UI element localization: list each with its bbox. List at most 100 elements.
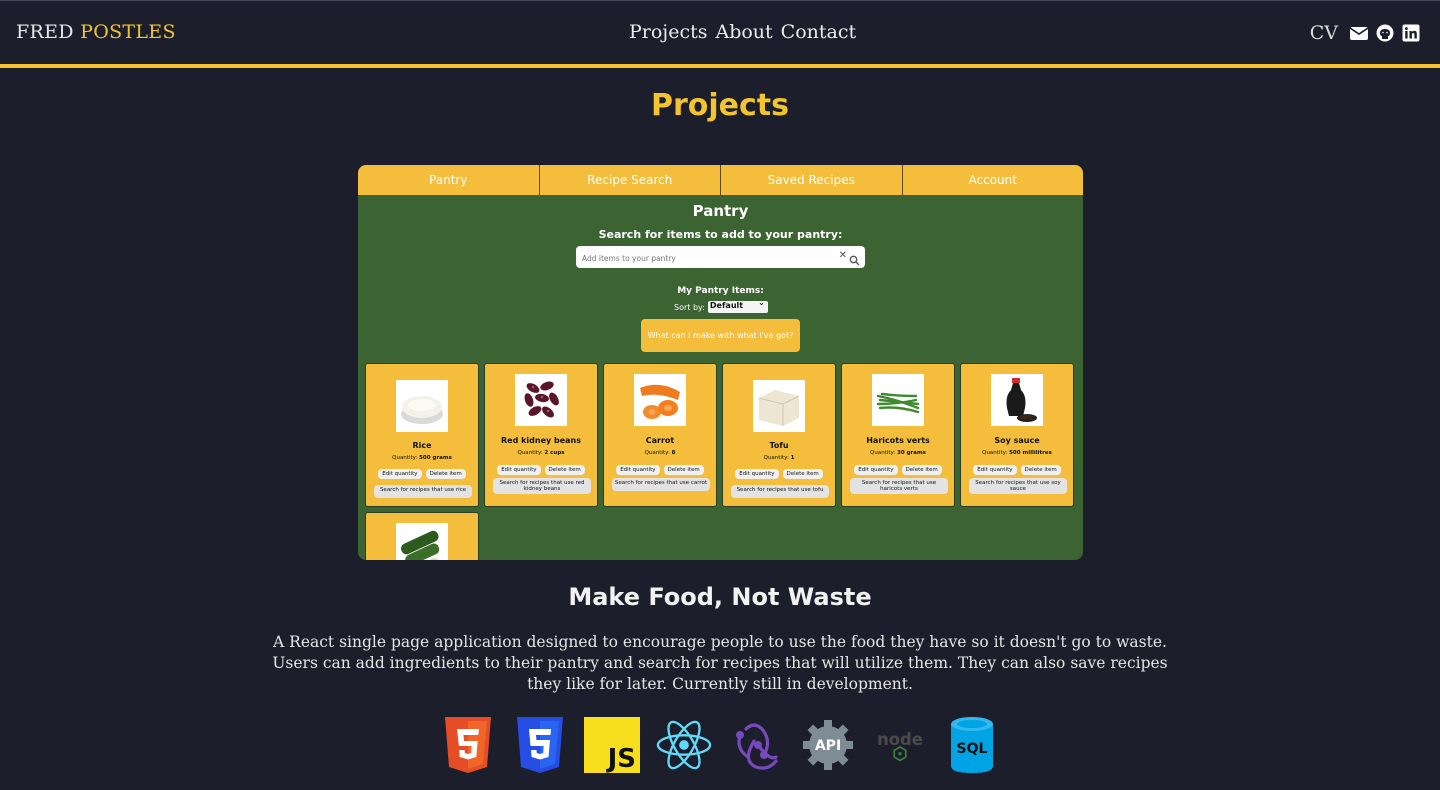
- edit-quantity-button[interactable]: Edit quantity: [497, 465, 541, 475]
- linkedin-icon[interactable]: [1402, 24, 1420, 42]
- rice-image: [396, 380, 448, 432]
- edit-quantity-button[interactable]: Edit quantity: [616, 465, 660, 475]
- item-actions: Edit quantity Delete item: [485, 465, 597, 475]
- api-label: API: [815, 738, 841, 754]
- soy-sauce-image: [991, 374, 1043, 426]
- envelope-icon[interactable]: [1349, 24, 1369, 42]
- quantity-value: 30 grams: [897, 450, 926, 456]
- tech-stack: JS API node SQL: [440, 716, 1000, 774]
- item-actions: Edit quantity Delete item: [366, 469, 478, 479]
- pantry-search-input[interactable]: [576, 247, 816, 270]
- item-name: Haricots verts: [866, 436, 930, 445]
- javascript-icon: JS: [584, 716, 640, 774]
- what-can-i-make-button[interactable]: What can I make with what I've got?: [641, 319, 800, 352]
- quantity-value: 2 cups: [544, 450, 565, 456]
- edit-quantity-button[interactable]: Edit quantity: [973, 465, 1017, 475]
- tab-account[interactable]: Account: [903, 165, 1084, 195]
- nav-link-about[interactable]: About: [715, 21, 772, 43]
- project-preview[interactable]: Pantry Recipe Search Saved Recipes Accou…: [358, 165, 1083, 560]
- tab-recipe-search[interactable]: Recipe Search: [540, 165, 721, 195]
- pantry-card: Rice Quantity: 500 grams Edit quantity D…: [365, 363, 479, 507]
- sort-select[interactable]: Default: [707, 298, 768, 313]
- quantity-label: Quantity:: [517, 450, 543, 456]
- delete-item-button[interactable]: Delete item: [901, 465, 942, 475]
- item-name: Rice: [412, 441, 432, 450]
- delete-item-button[interactable]: Delete item: [544, 465, 585, 475]
- quantity-value: 500 millilitres: [1009, 450, 1052, 456]
- item-actions: Edit quantity Delete item: [842, 465, 954, 475]
- nav-link-contact[interactable]: Contact: [781, 21, 856, 43]
- pantry-card: Red kidney beans Quantity: 2 cups Edit q…: [484, 363, 598, 507]
- js-label: JS: [606, 744, 636, 773]
- quantity-value: 8: [671, 450, 676, 456]
- item-quantity: Quantity: 500 grams: [366, 455, 478, 461]
- api-icon: API: [800, 716, 856, 774]
- brand-logo[interactable]: FRED POSTLES: [16, 21, 176, 43]
- search-icon[interactable]: [849, 251, 860, 266]
- item-name: Tofu: [769, 441, 789, 450]
- github-icon[interactable]: [1376, 24, 1394, 42]
- carrot-image: [634, 374, 686, 426]
- pantry-card: Carrot Quantity: 8 Edit quantity Delete …: [603, 363, 717, 507]
- nodejs-icon: node: [872, 716, 928, 774]
- pantry-card: Haricots verts Quantity: 30 grams Edit q…: [841, 363, 955, 507]
- project-title: Make Food, Not Waste: [568, 583, 872, 611]
- page-title: Projects: [650, 88, 789, 123]
- pantry-card: [365, 512, 479, 560]
- search-recipes-button[interactable]: Search for recipes that use soy sauce: [969, 478, 1067, 494]
- pantry-view: Pantry Search for items to add to your p…: [358, 195, 1083, 560]
- delete-item-button[interactable]: Delete item: [1020, 465, 1061, 475]
- tab-pantry[interactable]: Pantry: [358, 165, 540, 195]
- item-actions: Edit quantity Delete item: [961, 465, 1073, 475]
- search-label: Search for items to add to your pantry:: [598, 228, 843, 241]
- search-recipes-button[interactable]: Search for recipes that use haricots ver…: [850, 478, 948, 494]
- cv-link[interactable]: CV: [1310, 22, 1338, 44]
- search-recipes-button[interactable]: Search for recipes that use red kidney b…: [493, 478, 591, 494]
- quantity-label: Quantity:: [982, 450, 1008, 456]
- nav-menu: Projects About Contact: [629, 21, 856, 43]
- quantity-label: Quantity:: [392, 455, 418, 461]
- edit-quantity-button[interactable]: Edit quantity: [735, 469, 779, 479]
- tofu-image: [753, 380, 805, 432]
- my-pantry-items-label: My Pantry Items:: [677, 286, 764, 296]
- quantity-value: 1: [790, 455, 795, 461]
- quantity-label: Quantity:: [763, 455, 789, 461]
- item-quantity: Quantity: 8: [604, 450, 716, 456]
- delete-item-button[interactable]: Delete item: [425, 469, 466, 479]
- item-quantity: Quantity: 500 millilitres: [961, 450, 1073, 456]
- css3-icon: [512, 716, 568, 774]
- nav-link-projects[interactable]: Projects: [629, 21, 707, 43]
- edit-quantity-button[interactable]: Edit quantity: [854, 465, 898, 475]
- pantry-card: Soy sauce Quantity: 500 millilitres Edit…: [960, 363, 1074, 507]
- item-actions: Edit quantity Delete item: [604, 465, 716, 475]
- item-quantity: Quantity: 1: [723, 455, 835, 461]
- html5-icon: [440, 716, 496, 774]
- item-quantity: Quantity: 30 grams: [842, 450, 954, 456]
- green-beans-image: [872, 374, 924, 426]
- delete-item-button[interactable]: Delete item: [663, 465, 704, 475]
- item-name: Carrot: [645, 436, 675, 445]
- sort-label: Sort by:: [674, 302, 705, 312]
- sql-label: SQL: [957, 741, 988, 757]
- item-actions: Edit quantity Delete item: [723, 469, 835, 479]
- redux-icon: [728, 716, 784, 774]
- search-recipes-button[interactable]: Search for recipes that use tofu: [731, 485, 829, 498]
- brand-first: FRED: [16, 21, 74, 43]
- search-recipes-button[interactable]: Search for recipes that use rice: [374, 485, 472, 498]
- edit-quantity-button[interactable]: Edit quantity: [378, 469, 422, 479]
- delete-item-button[interactable]: Delete item: [782, 469, 823, 479]
- social-links: CV: [1310, 22, 1420, 44]
- navbar: FRED POSTLES Projects About Contact CV: [0, 0, 1440, 68]
- cucumber-image: [396, 523, 448, 560]
- clear-icon[interactable]: ✕: [839, 250, 847, 261]
- item-name: Soy sauce: [994, 436, 1040, 445]
- pantry-heading: Pantry: [692, 202, 749, 220]
- quantity-label: Quantity:: [870, 450, 896, 456]
- project-description: A React single page application designed…: [272, 633, 1168, 693]
- kidney-beans-image: [515, 374, 567, 426]
- item-name: Red kidney beans: [500, 436, 581, 445]
- pantry-search: ✕: [576, 246, 865, 270]
- quantity-value: 500 grams: [419, 455, 452, 461]
- tab-saved-recipes[interactable]: Saved Recipes: [721, 165, 903, 195]
- search-recipes-button[interactable]: Search for recipes that use carrot: [612, 478, 710, 491]
